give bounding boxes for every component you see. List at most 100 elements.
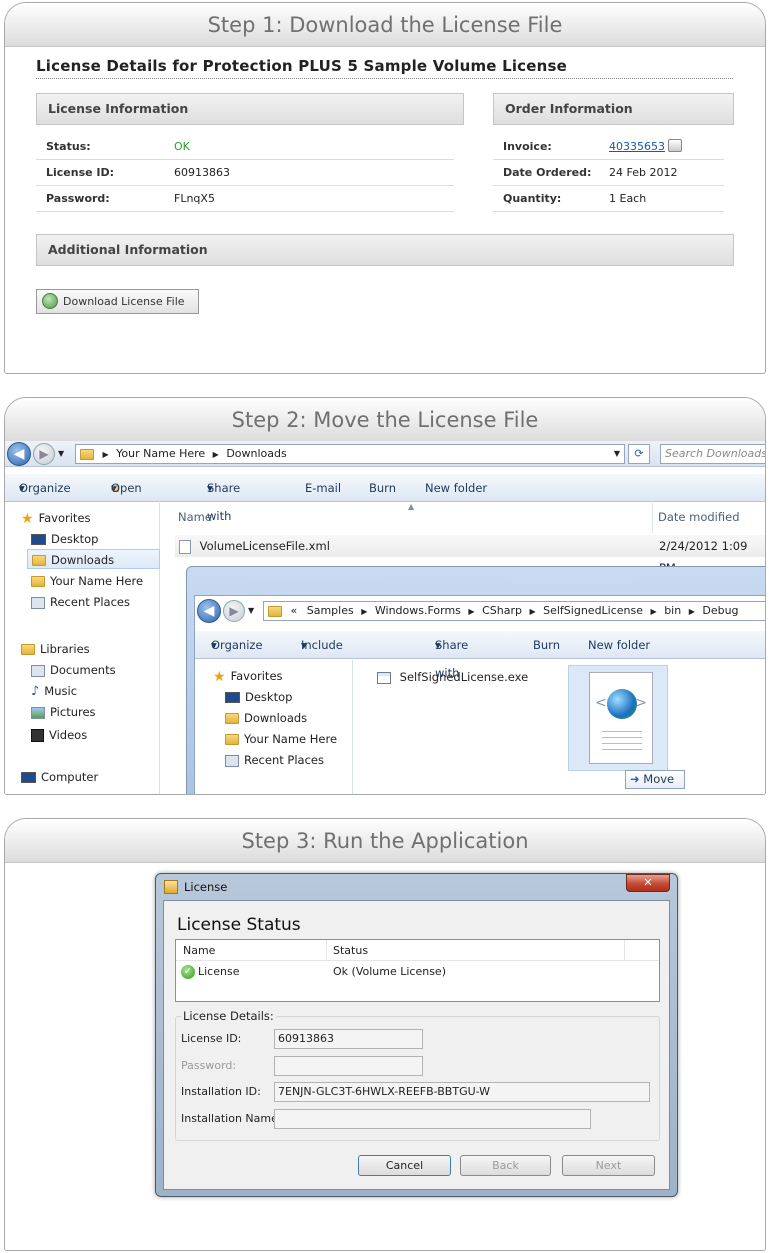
favorites-item[interactable]: ★ Favorites bbox=[213, 666, 283, 686]
desktop-item[interactable]: Desktop bbox=[225, 687, 292, 707]
recent-places-item[interactable]: Recent Places bbox=[31, 592, 130, 612]
download-license-button[interactable]: Download License File bbox=[36, 289, 199, 314]
password-label: Password: bbox=[181, 1059, 237, 1072]
computer-item[interactable]: Computer bbox=[21, 767, 98, 787]
license-id-label: License ID: bbox=[181, 1032, 242, 1045]
burn-button[interactable]: Burn bbox=[369, 474, 396, 502]
organize-menu[interactable]: Organize ▾ bbox=[211, 631, 263, 659]
new-folder-button[interactable]: New folder bbox=[588, 631, 650, 659]
share-with-menu[interactable]: Share with ▾ bbox=[435, 631, 468, 680]
close-icon: ✕ bbox=[643, 876, 653, 889]
table-row[interactable]: ✓ License Ok (Volume License) bbox=[176, 962, 659, 982]
password-row: Password: FLnqX5 bbox=[36, 186, 454, 212]
row-name: License bbox=[198, 965, 240, 978]
back-arrow-icon[interactable]: ◀ bbox=[7, 442, 31, 466]
invoice-link[interactable]: 40335653 bbox=[609, 134, 665, 160]
recent-places-item[interactable]: Recent Places bbox=[225, 750, 324, 770]
videos-item[interactable]: Videos bbox=[31, 725, 87, 745]
favorites-item[interactable]: ★ Favorites bbox=[21, 508, 91, 528]
inner-address-bar: ◀ ▶ ▼ « Samples ▶ Windows.Forms ▶ CSharp… bbox=[195, 596, 765, 626]
music-icon: ♪ bbox=[31, 683, 40, 699]
videos-icon bbox=[31, 729, 44, 742]
back-button[interactable]: Back bbox=[460, 1155, 551, 1176]
title-divider bbox=[36, 78, 733, 79]
libraries-item[interactable]: Libraries bbox=[21, 639, 90, 659]
inner-breadcrumb[interactable]: « Samples ▶ Windows.Forms ▶ CSharp ▶ Sel… bbox=[263, 601, 765, 621]
step3-panel: Step 3: Run the Application License ✕ Li… bbox=[4, 818, 766, 1251]
invoice-row: Invoice: 40335653 bbox=[493, 134, 724, 160]
history-dropdown-icon[interactable]: ▼ bbox=[58, 449, 64, 458]
forward-arrow-icon[interactable]: ▶ bbox=[33, 443, 55, 465]
address-dropdown-icon[interactable]: ▼ bbox=[614, 445, 620, 463]
cancel-button[interactable]: Cancel bbox=[358, 1155, 451, 1176]
column-header-name[interactable]: Name bbox=[178, 510, 212, 524]
download-icon bbox=[42, 293, 58, 309]
outer-breadcrumb[interactable]: ▶ Your Name Here ▶ Downloads ▼ bbox=[75, 444, 625, 464]
recent-places-icon bbox=[225, 754, 239, 767]
breadcrumb-bin[interactable]: bin bbox=[664, 604, 681, 617]
license-id-label: License ID: bbox=[46, 166, 115, 179]
license-id-field[interactable]: 60913863 bbox=[274, 1029, 423, 1049]
column-header-name[interactable]: Name bbox=[183, 940, 215, 961]
checkmark-icon: ✓ bbox=[181, 965, 195, 979]
next-button[interactable]: Next bbox=[562, 1155, 655, 1176]
user-folder-icon bbox=[225, 734, 239, 745]
license-status-table: Name Status ✓ License Ok (Volume License… bbox=[175, 939, 660, 1002]
exe-file-icon bbox=[377, 671, 391, 684]
date-ordered-row: Date Ordered: 24 Feb 2012 bbox=[493, 160, 724, 186]
file-item-selfsignedlicense[interactable]: SelfSignedLicense.exe bbox=[377, 670, 528, 684]
breadcrumb-arrow-icon: ▶ bbox=[102, 450, 109, 459]
file-row-volume-license[interactable]: VolumeLicenseFile.xml 2/24/2012 1:09 PM bbox=[175, 535, 765, 575]
globe-icon bbox=[607, 689, 637, 719]
downloads-item[interactable]: Downloads bbox=[225, 708, 307, 728]
license-details-label: License Details: bbox=[181, 1009, 276, 1023]
organize-menu[interactable]: Organize ▾ bbox=[19, 474, 71, 502]
outer-navigation-pane: ★ Favorites Desktop Downloads Your Name H… bbox=[5, 503, 160, 794]
your-name-here-item[interactable]: Your Name Here bbox=[31, 571, 143, 591]
star-icon: ★ bbox=[213, 668, 226, 685]
breadcrumb-selfsignedlicense[interactable]: SelfSignedLicense bbox=[543, 604, 643, 617]
pictures-item[interactable]: Pictures bbox=[31, 702, 96, 722]
installation-name-field[interactable] bbox=[274, 1109, 591, 1129]
date-ordered-value: 24 Feb 2012 bbox=[609, 166, 678, 179]
print-icon[interactable] bbox=[668, 139, 682, 152]
password-field[interactable] bbox=[274, 1056, 423, 1076]
desktop-item[interactable]: Desktop bbox=[31, 529, 98, 549]
quantity-value: 1 Each bbox=[609, 192, 647, 205]
burn-button[interactable]: Burn bbox=[533, 631, 560, 659]
refresh-button[interactable]: ⟳ bbox=[628, 444, 650, 464]
breadcrumb-overflow[interactable]: « bbox=[291, 604, 298, 617]
column-header-status[interactable]: Status bbox=[333, 940, 368, 961]
breadcrumb-windows-forms[interactable]: Windows.Forms bbox=[375, 604, 461, 617]
breadcrumb-debug[interactable]: Debug bbox=[702, 604, 738, 617]
share-with-menu[interactable]: Share with ▾ bbox=[207, 474, 240, 523]
license-id-row: License ID: 60913863 bbox=[36, 160, 454, 186]
breadcrumb-downloads[interactable]: Downloads bbox=[226, 447, 286, 460]
column-header-date[interactable]: Date modified bbox=[658, 510, 740, 524]
quantity-row: Quantity: 1 Each bbox=[493, 186, 724, 212]
your-name-here-item[interactable]: Your Name Here bbox=[225, 729, 337, 749]
breadcrumb-samples[interactable]: Samples bbox=[307, 604, 354, 617]
history-dropdown-icon[interactable]: ▼ bbox=[248, 606, 254, 615]
include-in-library-menu[interactable]: Include in library ▾ bbox=[301, 631, 343, 708]
documents-item[interactable]: Documents bbox=[31, 660, 116, 680]
forward-arrow-icon[interactable]: ▶ bbox=[223, 600, 245, 622]
step2-header: Step 2: Move the License File bbox=[5, 398, 765, 442]
outer-search-input[interactable]: Search Downloads bbox=[660, 444, 765, 464]
license-information-header: License Information bbox=[36, 93, 464, 125]
breadcrumb-csharp[interactable]: CSharp bbox=[482, 604, 522, 617]
close-button[interactable]: ✕ bbox=[626, 874, 670, 892]
table-header-row: Name Status bbox=[176, 940, 659, 961]
open-menu[interactable]: ⧉ Open ▾ bbox=[111, 474, 142, 502]
installation-id-field[interactable]: 7ENJN-GLC3T-6HWLX-REEFB-BBTGU-W bbox=[274, 1082, 650, 1102]
sort-arrow-icon: ▲ bbox=[408, 502, 415, 511]
xml-file-icon bbox=[179, 539, 191, 554]
additional-information-header: Additional Information bbox=[36, 234, 734, 266]
new-folder-button[interactable]: New folder bbox=[425, 474, 487, 502]
back-arrow-icon[interactable]: ◀ bbox=[197, 599, 221, 623]
breadcrumb-your-name-here[interactable]: Your Name Here bbox=[116, 447, 205, 460]
music-item[interactable]: ♪ Music bbox=[31, 681, 77, 701]
email-button[interactable]: E-mail bbox=[305, 474, 341, 502]
downloads-item[interactable]: Downloads bbox=[27, 549, 160, 569]
step2-panel: Step 2: Move the License File ◀ ▶ ▼ ▶ Yo… bbox=[4, 397, 766, 795]
